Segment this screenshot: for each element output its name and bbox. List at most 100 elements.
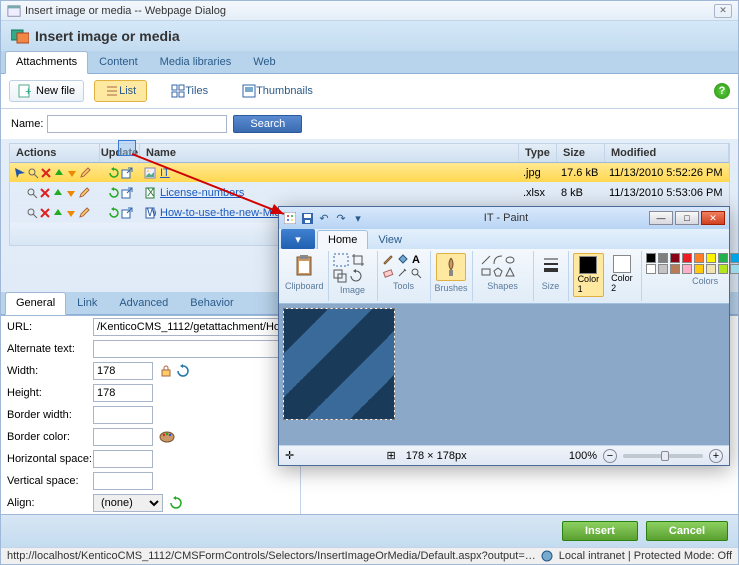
insert-button[interactable]: Insert	[562, 521, 638, 541]
paint-app-icon[interactable]	[283, 211, 297, 225]
delete-icon[interactable]	[40, 167, 52, 179]
save-icon[interactable]	[300, 211, 314, 225]
external-edit-icon[interactable]	[121, 167, 133, 179]
edit-icon[interactable]	[78, 187, 90, 199]
view-icon[interactable]	[26, 187, 38, 199]
zoom-slider[interactable]	[623, 454, 703, 458]
color-swatch[interactable]	[718, 253, 728, 263]
search-input[interactable]	[47, 115, 227, 133]
tab-web[interactable]: Web	[242, 51, 286, 73]
lock-icon[interactable]	[159, 364, 173, 378]
rotate-icon[interactable]	[349, 269, 363, 283]
polygon-shape-icon[interactable]	[493, 267, 503, 277]
move-up-icon[interactable]	[52, 207, 64, 219]
file-name[interactable]: IT	[160, 167, 170, 179]
color-swatch[interactable]	[658, 264, 668, 274]
border-width-input[interactable]	[93, 406, 153, 424]
zoom-tool-icon[interactable]	[410, 267, 422, 279]
paint-image[interactable]	[283, 308, 395, 420]
table-row[interactable]: X License-numbers .xlsx 8 kB 11/13/2010 …	[10, 183, 729, 203]
move-down-icon[interactable]	[65, 207, 77, 219]
shapes-button[interactable]	[477, 253, 529, 279]
zoom-in-button[interactable]: +	[709, 449, 723, 463]
color1-button[interactable]: Color 1	[573, 253, 605, 297]
reset-size-icon[interactable]	[176, 364, 190, 378]
col-size[interactable]: Size	[557, 144, 605, 162]
color-swatch[interactable]	[670, 253, 680, 263]
search-button[interactable]: Search	[233, 115, 302, 133]
clipboard-button[interactable]	[290, 253, 318, 279]
color-swatch[interactable]	[694, 253, 704, 263]
paint-titlebar[interactable]: ↶ ↷ ▾ IT - Paint — □ ✕	[279, 207, 729, 229]
width-input[interactable]	[93, 362, 153, 380]
oval-shape-icon[interactable]	[505, 255, 515, 265]
triangle-shape-icon[interactable]	[505, 267, 515, 277]
tab-advanced[interactable]: Advanced	[108, 292, 179, 314]
refresh-icon[interactable]	[108, 207, 120, 219]
color-swatch[interactable]	[706, 264, 716, 274]
color-swatch[interactable]	[646, 264, 656, 274]
color2-button[interactable]: Color 2	[607, 253, 637, 297]
border-color-input[interactable]	[93, 428, 153, 446]
color-swatch[interactable]	[646, 253, 656, 263]
curve-shape-icon[interactable]	[493, 255, 503, 265]
text-tool-icon[interactable]: A	[410, 253, 422, 265]
col-type[interactable]: Type	[519, 144, 557, 162]
help-icon[interactable]: ?	[714, 83, 730, 99]
move-down-icon[interactable]	[66, 167, 78, 179]
file-name[interactable]: License-numbers	[160, 187, 244, 199]
tab-behavior[interactable]: Behavior	[179, 292, 244, 314]
view-icon[interactable]	[27, 167, 39, 179]
color-swatch[interactable]	[670, 264, 680, 274]
refresh-icon[interactable]	[108, 167, 120, 179]
cancel-button[interactable]: Cancel	[646, 521, 728, 541]
edit-icon[interactable]	[79, 167, 91, 179]
external-edit-icon[interactable]	[121, 187, 133, 199]
color-swatch[interactable]	[682, 264, 692, 274]
move-down-icon[interactable]	[65, 187, 77, 199]
color-swatch[interactable]	[658, 253, 668, 263]
brushes-button[interactable]	[436, 253, 466, 281]
color-swatch[interactable]	[682, 253, 692, 263]
delete-icon[interactable]	[39, 187, 51, 199]
view-icon[interactable]	[26, 207, 38, 219]
line-shape-icon[interactable]	[481, 255, 491, 265]
select-tool-icon[interactable]	[333, 253, 349, 267]
height-input[interactable]	[93, 384, 153, 402]
resize-icon[interactable]	[333, 269, 347, 283]
undo-icon[interactable]: ↶	[317, 211, 331, 225]
col-name[interactable]: Name	[140, 144, 519, 162]
size-button[interactable]	[538, 253, 564, 279]
delete-icon[interactable]	[39, 207, 51, 219]
pencil-tool-icon[interactable]	[382, 253, 394, 265]
color-swatch[interactable]	[730, 264, 739, 274]
external-edit-icon[interactable]	[121, 207, 133, 219]
tab-link[interactable]: Link	[66, 292, 108, 314]
col-modified[interactable]: Modified	[605, 144, 729, 162]
col-update[interactable]: Update	[100, 144, 140, 162]
move-up-icon[interactable]	[52, 187, 64, 199]
close-icon[interactable]: ✕	[714, 4, 732, 18]
col-actions[interactable]: Actions	[10, 144, 100, 162]
color-picker-icon[interactable]	[159, 430, 175, 444]
refresh-icon[interactable]	[108, 187, 120, 199]
view-list-button[interactable]: List	[94, 80, 147, 102]
maximize-icon[interactable]: □	[675, 211, 699, 225]
picker-tool-icon[interactable]	[396, 267, 408, 279]
alt-input[interactable]	[93, 340, 291, 358]
paint-file-menu[interactable]: ▾	[281, 229, 315, 249]
crop-icon[interactable]	[351, 253, 365, 267]
rect-shape-icon[interactable]	[481, 267, 491, 277]
tab-media-libraries[interactable]: Media libraries	[149, 51, 243, 73]
redo-icon[interactable]: ↷	[334, 211, 348, 225]
select-icon[interactable]	[14, 167, 26, 179]
fill-tool-icon[interactable]	[396, 253, 408, 265]
tab-attachments[interactable]: Attachments	[5, 51, 88, 74]
color-swatch[interactable]	[718, 264, 728, 274]
tab-content[interactable]: Content	[88, 51, 149, 73]
minimize-icon[interactable]: —	[649, 211, 673, 225]
edit-icon[interactable]	[78, 207, 90, 219]
refresh-preview-icon[interactable]	[169, 496, 183, 510]
vspace-input[interactable]	[93, 472, 153, 490]
eraser-tool-icon[interactable]	[382, 267, 394, 279]
